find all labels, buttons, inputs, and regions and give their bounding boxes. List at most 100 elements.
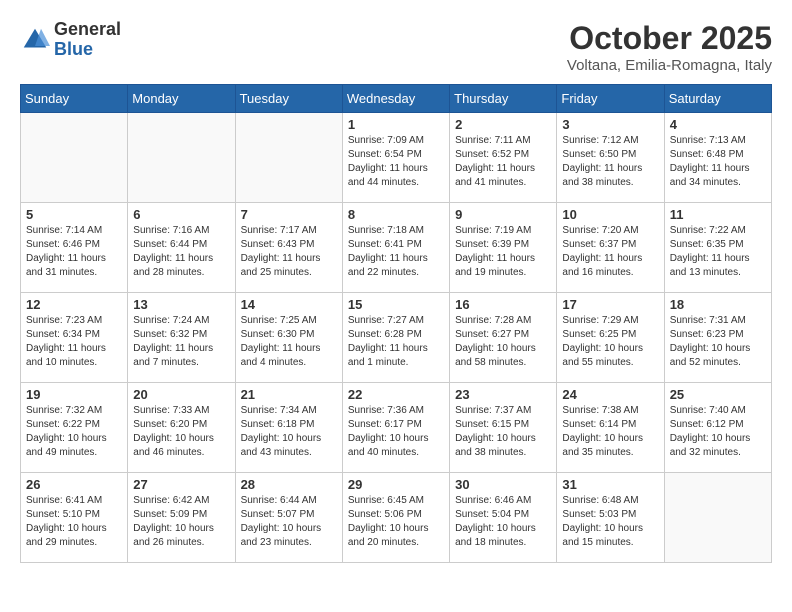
day-number: 1 xyxy=(348,117,444,132)
day-number: 11 xyxy=(670,207,766,222)
day-info: Sunrise: 6:48 AM Sunset: 5:03 PM Dayligh… xyxy=(562,494,658,550)
weekday-header: Wednesday xyxy=(342,85,449,113)
day-number: 15 xyxy=(348,297,444,312)
day-number: 28 xyxy=(241,477,337,492)
calendar-week-row: 19 Sunrise: 7:32 AM Sunset: 6:22 PM Dayli… xyxy=(21,383,772,473)
day-info: Sunrise: 7:36 AM Sunset: 6:17 PM Dayligh… xyxy=(348,404,444,460)
calendar-day-cell: 11 Sunrise: 7:22 AM Sunset: 6:35 PM Dayli… xyxy=(664,203,771,293)
calendar-day-cell: 8 Sunrise: 7:18 AM Sunset: 6:41 PM Daylig… xyxy=(342,203,449,293)
day-number: 22 xyxy=(348,387,444,402)
day-number: 20 xyxy=(133,387,229,402)
day-info: Sunrise: 7:14 AM Sunset: 6:46 PM Dayligh… xyxy=(26,224,122,280)
day-info: Sunrise: 7:37 AM Sunset: 6:15 PM Dayligh… xyxy=(455,404,551,460)
day-number: 26 xyxy=(26,477,122,492)
day-number: 2 xyxy=(455,117,551,132)
day-info: Sunrise: 6:42 AM Sunset: 5:09 PM Dayligh… xyxy=(133,494,229,550)
weekday-header: Friday xyxy=(557,85,664,113)
calendar-day-cell: 3 Sunrise: 7:12 AM Sunset: 6:50 PM Daylig… xyxy=(557,113,664,203)
weekday-header: Monday xyxy=(128,85,235,113)
weekday-header: Thursday xyxy=(450,85,557,113)
day-info: Sunrise: 7:28 AM Sunset: 6:27 PM Dayligh… xyxy=(455,314,551,370)
title-block: October 2025 Voltana, Emilia-Romagna, It… xyxy=(567,20,772,74)
day-number: 17 xyxy=(562,297,658,312)
day-number: 10 xyxy=(562,207,658,222)
day-info: Sunrise: 7:25 AM Sunset: 6:30 PM Dayligh… xyxy=(241,314,337,370)
calendar-day-cell: 21 Sunrise: 7:34 AM Sunset: 6:18 PM Dayli… xyxy=(235,383,342,473)
day-info: Sunrise: 7:19 AM Sunset: 6:39 PM Dayligh… xyxy=(455,224,551,280)
day-number: 23 xyxy=(455,387,551,402)
calendar-day-cell: 28 Sunrise: 6:44 AM Sunset: 5:07 PM Dayli… xyxy=(235,473,342,563)
day-number: 25 xyxy=(670,387,766,402)
day-number: 31 xyxy=(562,477,658,492)
calendar-day-cell: 4 Sunrise: 7:13 AM Sunset: 6:48 PM Daylig… xyxy=(664,113,771,203)
day-number: 4 xyxy=(670,117,766,132)
day-number: 21 xyxy=(241,387,337,402)
page-header: General Blue October 2025 Voltana, Emili… xyxy=(20,20,772,74)
calendar-day-cell: 26 Sunrise: 6:41 AM Sunset: 5:10 PM Dayli… xyxy=(21,473,128,563)
day-info: Sunrise: 7:09 AM Sunset: 6:54 PM Dayligh… xyxy=(348,134,444,190)
day-number: 27 xyxy=(133,477,229,492)
day-info: Sunrise: 6:41 AM Sunset: 5:10 PM Dayligh… xyxy=(26,494,122,550)
day-number: 8 xyxy=(348,207,444,222)
day-info: Sunrise: 7:18 AM Sunset: 6:41 PM Dayligh… xyxy=(348,224,444,280)
weekday-header: Saturday xyxy=(664,85,771,113)
day-number: 13 xyxy=(133,297,229,312)
day-number: 30 xyxy=(455,477,551,492)
day-number: 3 xyxy=(562,117,658,132)
day-info: Sunrise: 7:20 AM Sunset: 6:37 PM Dayligh… xyxy=(562,224,658,280)
day-number: 12 xyxy=(26,297,122,312)
calendar-day-cell: 19 Sunrise: 7:32 AM Sunset: 6:22 PM Dayli… xyxy=(21,383,128,473)
calendar-day-cell: 12Sunrise: 7:23 AM Sunset: 6:34 PM Dayli… xyxy=(21,293,128,383)
calendar-day-cell: 27 Sunrise: 6:42 AM Sunset: 5:09 PM Dayli… xyxy=(128,473,235,563)
day-info: Sunrise: 7:13 AM Sunset: 6:48 PM Dayligh… xyxy=(670,134,766,190)
day-info: Sunrise: 7:16 AM Sunset: 6:44 PM Dayligh… xyxy=(133,224,229,280)
calendar-day-cell: 29Sunrise: 6:45 AM Sunset: 5:06 PM Dayli… xyxy=(342,473,449,563)
day-number: 9 xyxy=(455,207,551,222)
calendar-week-row: 5 Sunrise: 7:14 AM Sunset: 6:46 PM Daylig… xyxy=(21,203,772,293)
calendar-day-cell: 13Sunrise: 7:24 AM Sunset: 6:32 PM Dayli… xyxy=(128,293,235,383)
logo-icon xyxy=(20,25,50,55)
calendar-day-cell: 7Sunrise: 7:17 AM Sunset: 6:43 PM Daylig… xyxy=(235,203,342,293)
day-number: 24 xyxy=(562,387,658,402)
month-title: October 2025 xyxy=(567,20,772,57)
day-number: 29 xyxy=(348,477,444,492)
calendar: SundayMondayTuesdayWednesdayThursdayFrid… xyxy=(20,84,772,563)
calendar-week-row: 1 Sunrise: 7:09 AM Sunset: 6:54 PM Daylig… xyxy=(21,113,772,203)
logo-general: General xyxy=(54,20,121,40)
day-info: Sunrise: 6:44 AM Sunset: 5:07 PM Dayligh… xyxy=(241,494,337,550)
day-number: 19 xyxy=(26,387,122,402)
calendar-day-cell: 18Sunrise: 7:31 AM Sunset: 6:23 PM Dayli… xyxy=(664,293,771,383)
calendar-day-cell: 10 Sunrise: 7:20 AM Sunset: 6:37 PM Dayli… xyxy=(557,203,664,293)
day-info: Sunrise: 7:17 AM Sunset: 6:43 PM Dayligh… xyxy=(241,224,337,280)
calendar-day-cell xyxy=(664,473,771,563)
day-info: Sunrise: 7:11 AM Sunset: 6:52 PM Dayligh… xyxy=(455,134,551,190)
day-info: Sunrise: 7:31 AM Sunset: 6:23 PM Dayligh… xyxy=(670,314,766,370)
weekday-header-row: SundayMondayTuesdayWednesdayThursdayFrid… xyxy=(21,85,772,113)
day-info: Sunrise: 7:33 AM Sunset: 6:20 PM Dayligh… xyxy=(133,404,229,460)
calendar-day-cell: 16Sunrise: 7:28 AM Sunset: 6:27 PM Dayli… xyxy=(450,293,557,383)
weekday-header: Tuesday xyxy=(235,85,342,113)
logo-blue: Blue xyxy=(54,40,121,60)
weekday-header: Sunday xyxy=(21,85,128,113)
day-info: Sunrise: 7:34 AM Sunset: 6:18 PM Dayligh… xyxy=(241,404,337,460)
day-info: Sunrise: 7:40 AM Sunset: 6:12 PM Dayligh… xyxy=(670,404,766,460)
calendar-week-row: 26 Sunrise: 6:41 AM Sunset: 5:10 PM Dayli… xyxy=(21,473,772,563)
calendar-day-cell: 31 Sunrise: 6:48 AM Sunset: 5:03 PM Dayli… xyxy=(557,473,664,563)
calendar-day-cell: 23 Sunrise: 7:37 AM Sunset: 6:15 PM Dayli… xyxy=(450,383,557,473)
calendar-day-cell: 2 Sunrise: 7:11 AM Sunset: 6:52 PM Daylig… xyxy=(450,113,557,203)
day-info: Sunrise: 7:12 AM Sunset: 6:50 PM Dayligh… xyxy=(562,134,658,190)
calendar-day-cell: 5 Sunrise: 7:14 AM Sunset: 6:46 PM Daylig… xyxy=(21,203,128,293)
day-info: Sunrise: 7:32 AM Sunset: 6:22 PM Dayligh… xyxy=(26,404,122,460)
day-info: Sunrise: 7:22 AM Sunset: 6:35 PM Dayligh… xyxy=(670,224,766,280)
calendar-day-cell: 6 Sunrise: 7:16 AM Sunset: 6:44 PM Daylig… xyxy=(128,203,235,293)
calendar-day-cell: 22 Sunrise: 7:36 AM Sunset: 6:17 PM Dayli… xyxy=(342,383,449,473)
location: Voltana, Emilia-Romagna, Italy xyxy=(567,57,772,74)
logo-text: General Blue xyxy=(54,20,121,60)
logo: General Blue xyxy=(20,20,121,60)
calendar-day-cell: 20 Sunrise: 7:33 AM Sunset: 6:20 PM Dayli… xyxy=(128,383,235,473)
day-number: 5 xyxy=(26,207,122,222)
day-number: 6 xyxy=(133,207,229,222)
calendar-day-cell: 30Sunrise: 6:46 AM Sunset: 5:04 PM Dayli… xyxy=(450,473,557,563)
calendar-day-cell: 24Sunrise: 7:38 AM Sunset: 6:14 PM Dayli… xyxy=(557,383,664,473)
day-info: Sunrise: 7:27 AM Sunset: 6:28 PM Dayligh… xyxy=(348,314,444,370)
